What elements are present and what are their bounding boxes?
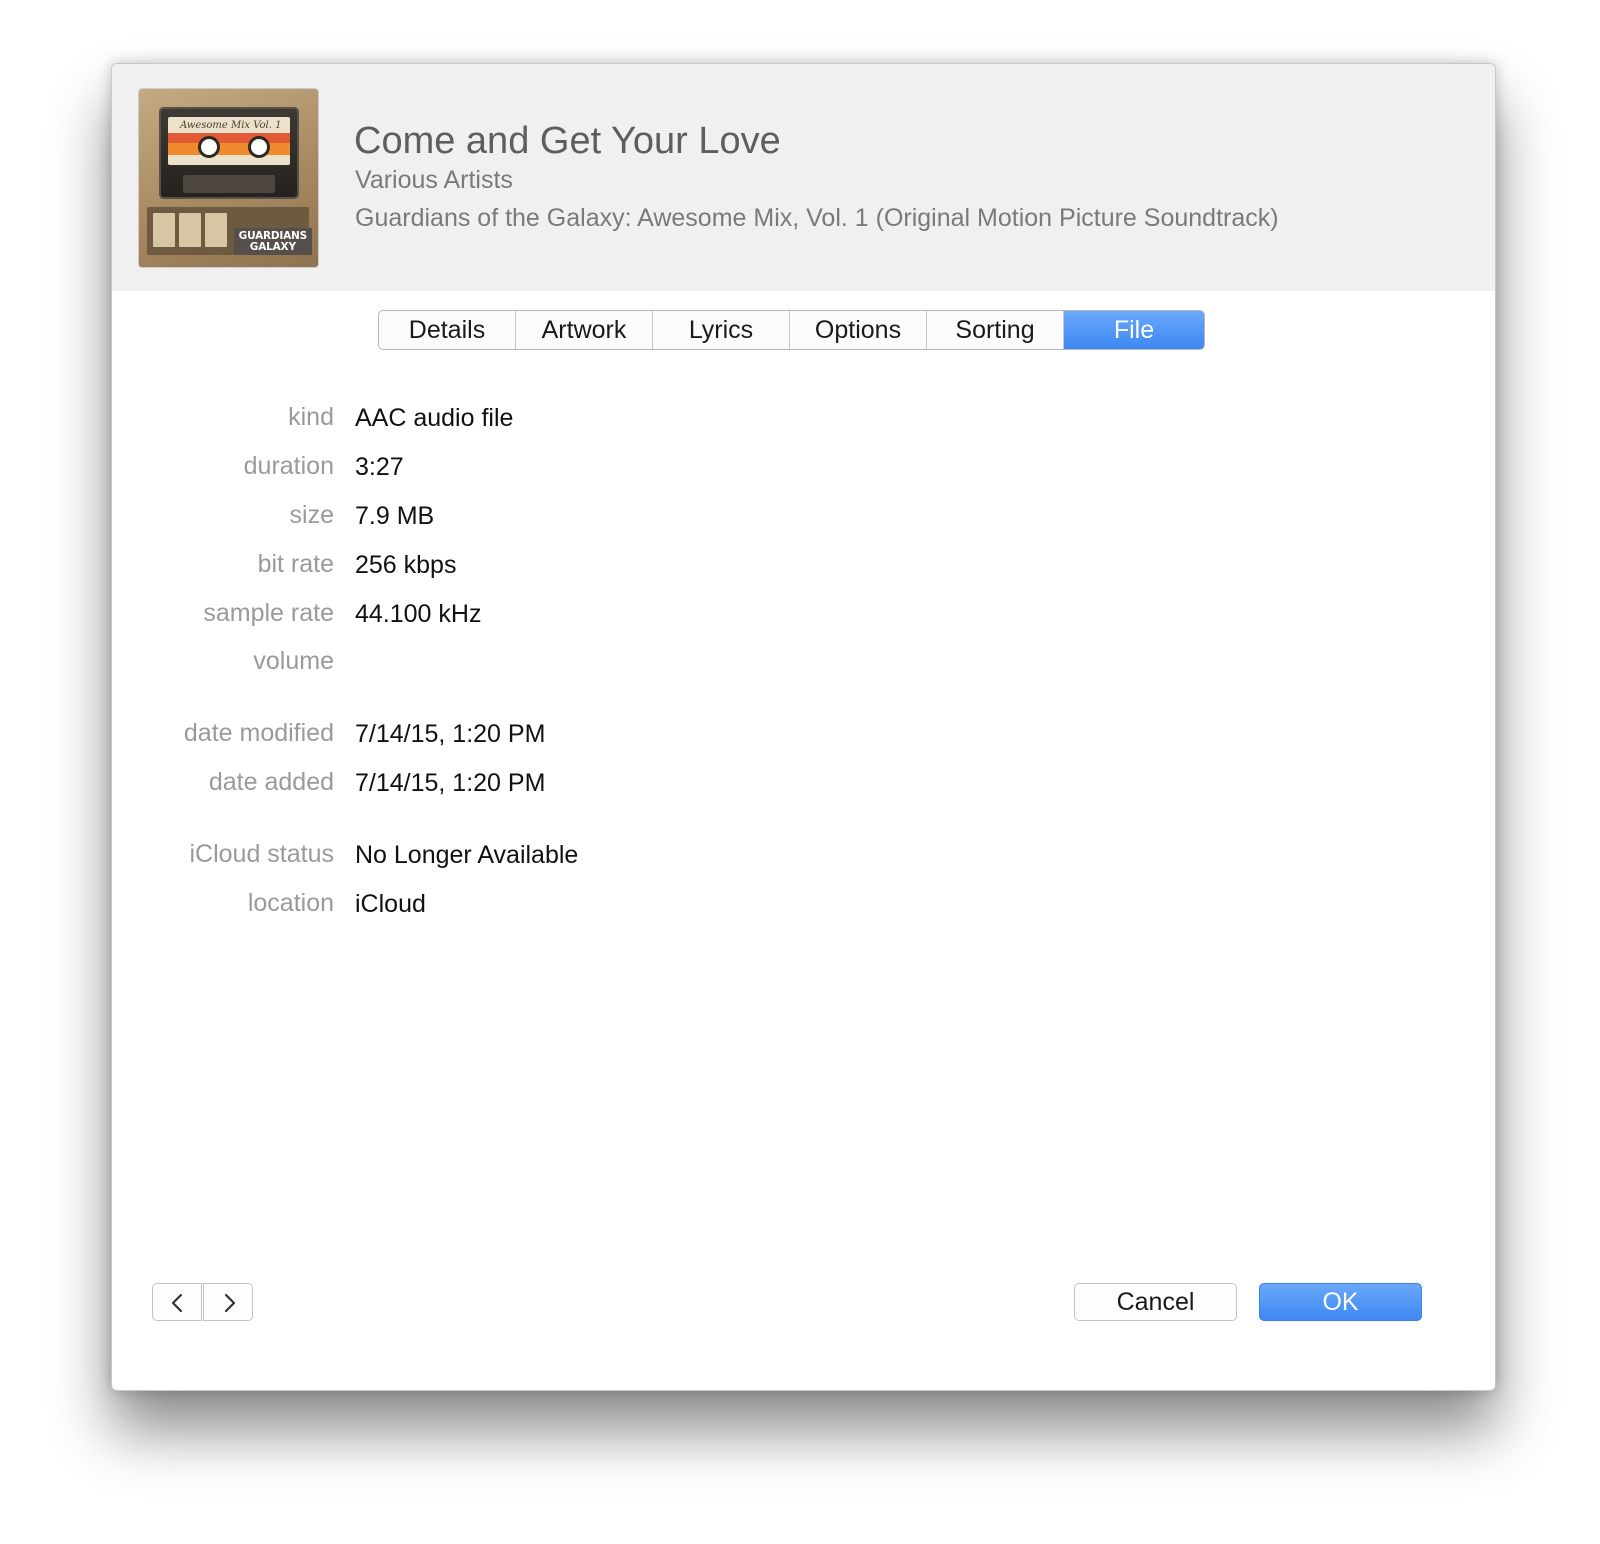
info-label-date-modified: date modified [183, 719, 334, 747]
cancel-button[interactable]: Cancel [1074, 1283, 1237, 1321]
dialog-header: Awesome Mix Vol. 1 GUARDIANS GALAXY Come… [112, 64, 1495, 291]
deck-key [205, 213, 227, 247]
get-info-dialog: Awesome Mix Vol. 1 GUARDIANS GALAXY Come… [111, 63, 1496, 1391]
tab-sorting[interactable]: Sorting [927, 311, 1064, 349]
info-value-location: iCloud [355, 890, 426, 918]
deck-key [179, 213, 201, 247]
tab-bar: Details Artwork Lyrics Options Sorting F… [378, 310, 1205, 350]
info-value-sample-rate: 44.100 kHz [355, 600, 482, 628]
cassette-reel-left [198, 136, 220, 158]
deck-key [153, 213, 175, 247]
info-label-sample-rate: sample rate [203, 599, 334, 627]
info-label-volume: volume [253, 647, 334, 675]
info-value-icloud-status: No Longer Available [355, 841, 579, 869]
info-label-duration: duration [243, 452, 334, 480]
info-label-bit-rate: bit rate [257, 550, 334, 578]
info-value-size: 7.9 MB [355, 502, 435, 530]
chevron-right-icon [224, 1293, 236, 1313]
info-row-kind: kind AAC audio file [112, 403, 812, 435]
tab-details[interactable]: Details [379, 311, 516, 349]
tab-file[interactable]: File [1064, 311, 1204, 349]
album-logo: GUARDIANS GALAXY [233, 228, 312, 255]
info-row-date-added: date added 7/14/15, 1:20 PM [112, 768, 812, 800]
chevron-left-icon [171, 1293, 183, 1313]
info-value-bit-rate: 256 kbps [355, 551, 457, 579]
cassette-reel-right [248, 136, 270, 158]
info-value-kind: AAC audio file [355, 404, 514, 432]
info-label-date-added: date added [208, 768, 334, 796]
info-row-bit-rate: bit rate 256 kbps [112, 550, 812, 582]
cassette-graphic: Awesome Mix Vol. 1 [159, 107, 299, 199]
info-value-date-modified: 7/14/15, 1:20 PM [355, 720, 546, 748]
info-row-location: location iCloud [112, 889, 812, 921]
info-label-location: location [247, 889, 334, 917]
info-value-date-added: 7/14/15, 1:20 PM [355, 769, 546, 797]
cassette-label-text: Awesome Mix Vol. 1 [180, 120, 282, 131]
info-row-sample-rate: sample rate 44.100 kHz [112, 599, 812, 631]
album-logo-line2: GALAXY [249, 241, 296, 253]
album-name: Guardians of the Galaxy: Awesome Mix, Vo… [355, 204, 1279, 232]
tab-options[interactable]: Options [790, 311, 927, 349]
info-row-duration: duration 3:27 [112, 452, 812, 484]
info-row-size: size 7.9 MB [112, 501, 812, 533]
album-artwork: Awesome Mix Vol. 1 GUARDIANS GALAXY [139, 89, 318, 267]
artist-name: Various Artists [355, 166, 513, 194]
info-row-date-modified: date modified 7/14/15, 1:20 PM [112, 719, 812, 751]
next-item-button[interactable] [203, 1283, 253, 1321]
ok-button[interactable]: OK [1259, 1283, 1422, 1321]
info-label-kind: kind [288, 403, 334, 431]
cassette-label: Awesome Mix Vol. 1 [168, 117, 290, 165]
tab-artwork[interactable]: Artwork [516, 311, 653, 349]
info-row-icloud-status: iCloud status No Longer Available [112, 840, 812, 872]
cassette-base [183, 175, 275, 193]
cassette-stripe [168, 133, 290, 155]
tab-lyrics[interactable]: Lyrics [653, 311, 790, 349]
info-value-duration: 3:27 [355, 453, 404, 481]
info-row-volume: volume [112, 647, 812, 679]
song-title: Come and Get Your Love [354, 120, 781, 162]
previous-item-button[interactable] [152, 1283, 202, 1321]
info-label-size: size [289, 501, 334, 529]
info-label-icloud-status: iCloud status [189, 840, 334, 868]
